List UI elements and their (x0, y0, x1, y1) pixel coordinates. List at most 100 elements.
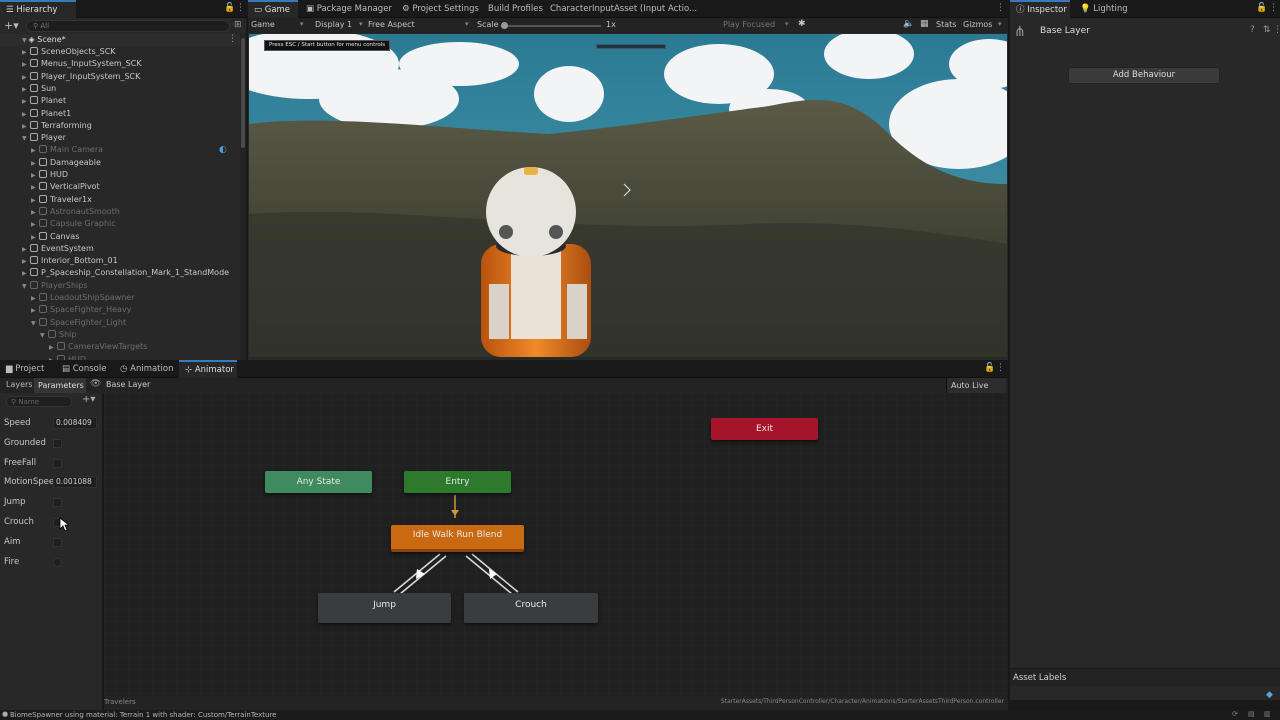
gizmos-button[interactable]: Gizmos (963, 20, 992, 29)
expand-arrow-icon[interactable]: ▶ (31, 195, 39, 207)
breadcrumb[interactable]: Base Layer (106, 380, 150, 389)
hierarchy-item[interactable]: ▶ Planet1 (0, 108, 71, 120)
game-viewport[interactable]: Press ESC / Start button for menu contro… (249, 34, 1007, 357)
entry-node[interactable]: Entry (404, 471, 511, 493)
expand-arrow-icon[interactable]: ▼ (31, 318, 39, 330)
tab-animation[interactable]: ◷ Animation (114, 360, 179, 378)
lock-icon[interactable]: 🔓 (1256, 3, 1267, 13)
expand-arrow-icon[interactable]: ▶ (31, 145, 39, 157)
crouch-state-node[interactable]: Crouch (464, 593, 598, 623)
hierarchy-item[interactable]: ▶ AstronautSmooth (0, 206, 120, 218)
parameter-checkbox[interactable] (53, 458, 62, 468)
expand-arrow-icon[interactable]: ▶ (31, 170, 39, 182)
expand-arrow-icon[interactable]: ▶ (22, 59, 30, 71)
hierarchy-item[interactable]: ▼ Player (0, 132, 66, 144)
expand-arrow-icon[interactable]: ▶ (31, 305, 39, 317)
auto-live-link-button[interactable]: Auto Live Link (946, 378, 1006, 405)
expand-arrow-icon[interactable]: ▼ (22, 133, 30, 145)
audio-icon[interactable]: 🔈 (903, 19, 914, 29)
parameters-tab[interactable]: Parameters (34, 378, 86, 393)
grid-icon[interactable]: ▦ (920, 19, 929, 29)
expand-arrow-icon[interactable]: ▶ (22, 121, 30, 133)
tab-project[interactable]: ▆ Project (0, 360, 50, 378)
progress-icon[interactable]: ⟳ (1232, 710, 1238, 718)
expand-arrow-icon[interactable]: ▶ (31, 182, 39, 194)
tab-build-profiles[interactable]: Build Profiles (482, 0, 549, 18)
tab-input-asset[interactable]: CharacterInputAsset (Input Actio... (544, 0, 703, 18)
hierarchy-item[interactable]: ▼ SpaceFighter_Light (0, 317, 126, 329)
hierarchy-item[interactable]: ▶ Menus_InputSystem_SCK (0, 58, 142, 70)
parameter-trigger[interactable] (53, 557, 62, 567)
hierarchy-search-input[interactable]: ⚲ All (26, 20, 230, 32)
tab-project-settings[interactable]: ⚙ Project Settings (396, 0, 485, 18)
tab-animator[interactable]: ⊹ Animator (179, 360, 237, 378)
hierarchy-item[interactable]: ▶ Planet (0, 95, 66, 107)
scene-row[interactable]: ▼ ◈ Scene* ⋮ (0, 34, 246, 46)
layers-tab[interactable]: Layers (6, 380, 32, 389)
hierarchy-item[interactable]: ▼ Ship (0, 329, 76, 341)
kebab-menu-icon[interactable]: ⋮ (1269, 3, 1278, 13)
tab-inspector[interactable]: ⓘ Inspector (1010, 0, 1070, 18)
expand-arrow-icon[interactable]: ▶ (22, 47, 30, 59)
tab-package-manager[interactable]: ▣ Package Manager (300, 0, 398, 18)
play-focused-dropdown[interactable]: Play Focused (723, 20, 775, 29)
hierarchy-item[interactable]: ▶ Canvas (0, 231, 79, 243)
add-icon[interactable]: +▾ (4, 19, 19, 32)
help-icon[interactable]: ? (1250, 25, 1255, 35)
hierarchy-item[interactable]: ▶ SpaceFighter_Heavy (0, 304, 131, 316)
hierarchy-item[interactable]: ▶ P_Spaceship_Constellation_Mark_1_StandM… (0, 267, 229, 279)
hierarchy-item[interactable]: ▶ Player_InputSystem_SCK (0, 71, 140, 83)
stats-button[interactable]: Stats (936, 20, 956, 29)
scene-menu-icon[interactable]: ⋮ (228, 34, 237, 44)
add-parameter-icon[interactable]: +▾ (82, 394, 95, 405)
hierarchy-item[interactable]: ▶ Damageable (0, 157, 101, 169)
tag-icon[interactable]: ◆ (1266, 690, 1273, 700)
aspect-dropdown[interactable]: Free Aspect (368, 20, 415, 29)
center-kebab-icon[interactable]: ⋮ (996, 3, 1005, 13)
hierarchy-item[interactable]: ▶ CameraViewTargets (0, 341, 147, 353)
hierarchy-item[interactable]: ▶ VerticalPivot (0, 181, 100, 193)
expand-arrow-icon[interactable]: ▶ (22, 268, 30, 280)
lock-icon[interactable]: 🔓 (224, 3, 235, 13)
expand-arrow-icon[interactable]: ▶ (31, 232, 39, 244)
notification-icon[interactable]: ▥ (1264, 710, 1271, 718)
expand-arrow-icon[interactable]: ▶ (22, 109, 30, 121)
network-icon[interactable]: ▤ (1248, 710, 1255, 718)
kebab-menu-icon[interactable]: ⋮ (236, 3, 245, 13)
idle-walk-run-blend-node[interactable]: Idle Walk Run Blend (391, 525, 524, 552)
scrollbar-thumb[interactable] (241, 38, 245, 148)
tab-hierarchy[interactable]: ☰ Hierarchy (0, 0, 76, 18)
game-mode-dropdown[interactable]: Game (251, 20, 275, 29)
lock-icon[interactable]: 🔓 (984, 363, 995, 373)
hierarchy-item[interactable]: ▶ Traveler1x (0, 194, 92, 206)
eye-icon[interactable]: 👁 (90, 379, 101, 389)
hierarchy-item[interactable]: ▶ Sun (0, 83, 56, 95)
expand-arrow-icon[interactable]: ▶ (31, 207, 39, 219)
hierarchy-item[interactable]: ▶ Main Camera (0, 144, 103, 156)
any-state-node[interactable]: Any State (265, 471, 372, 493)
hierarchy-item[interactable]: ▶ Terraforming (0, 120, 92, 132)
exit-node[interactable]: Exit (711, 418, 818, 440)
expand-arrow-icon[interactable]: ▶ (31, 219, 39, 231)
tab-game[interactable]: ▭ Game (248, 0, 298, 18)
hierarchy-item[interactable]: ▶ Interior_Bottom_01 (0, 255, 118, 267)
parameter-checkbox[interactable] (53, 498, 62, 508)
expand-arrow-icon[interactable]: ▶ (49, 342, 57, 354)
expand-arrow-icon[interactable]: ▶ (31, 158, 39, 170)
parameter-checkbox[interactable] (53, 537, 62, 547)
inspector-kebab-icon[interactable]: ⋮ (1273, 25, 1280, 35)
tab-lighting[interactable]: 💡 Lighting (1074, 0, 1134, 18)
animator-graph[interactable]: Exit Any State Entry Idle Walk Run Blend… (104, 393, 1008, 696)
parameter-checkbox[interactable] (53, 438, 62, 448)
display-dropdown[interactable]: Display 1 (315, 20, 352, 29)
parameter-search-input[interactable]: ⚲ Name (6, 396, 72, 407)
hierarchy-item[interactable]: ▼ PlayerShips (0, 280, 88, 292)
scale-slider[interactable] (501, 22, 601, 29)
kebab-menu-icon[interactable]: ⋮ (996, 363, 1005, 373)
parameter-float-field[interactable]: 0.001088 (53, 476, 97, 489)
jump-state-node[interactable]: Jump (318, 593, 451, 623)
expand-arrow-icon[interactable]: ▶ (22, 84, 30, 96)
hierarchy-item[interactable]: ▶ Capsule Graphic (0, 218, 116, 230)
expand-arrow-icon[interactable]: ▼ (40, 330, 48, 342)
expand-arrow-icon[interactable]: ▶ (22, 256, 30, 268)
